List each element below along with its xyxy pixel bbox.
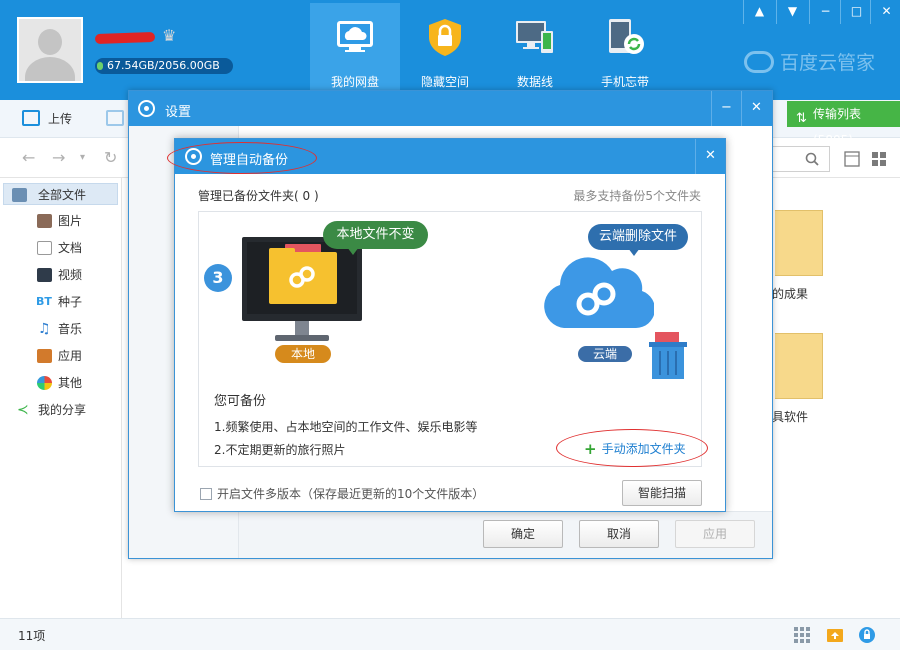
close-button[interactable]: ✕ bbox=[870, 0, 900, 24]
search-input[interactable] bbox=[770, 146, 830, 172]
sidebar-item-my-shares[interactable]: ≺ 我的分享 bbox=[0, 399, 120, 421]
backup-illustration-panel: 3 本地文件不变 本地 云端删除文件 云端 您可备份 1.频繁使用、占本地空间的… bbox=[198, 211, 708, 467]
refresh-icon[interactable]: ↻ bbox=[104, 148, 117, 167]
back-arrow-icon[interactable]: ← bbox=[22, 148, 35, 167]
smart-scan-button[interactable]: 智能扫描 bbox=[622, 480, 702, 506]
cloud-delete-bubble: 云端删除文件 bbox=[588, 224, 688, 256]
step-badge: 3 bbox=[204, 264, 232, 292]
folder-name: 具软件 bbox=[772, 410, 809, 424]
monitor-phone-icon bbox=[516, 21, 553, 53]
tab-phone-forgot[interactable]: 手机忘带 bbox=[580, 3, 670, 95]
status-bar: 11项 bbox=[0, 618, 900, 650]
lock-icon bbox=[429, 19, 461, 56]
document-icon bbox=[37, 241, 52, 255]
annotation-circle bbox=[167, 142, 317, 174]
tab-label: 手机忘带 bbox=[600, 75, 649, 89]
storage-quota: 67.54GB/2056.00GB bbox=[95, 58, 233, 74]
menu-button[interactable]: ▼ bbox=[776, 0, 808, 24]
transfer-list-button[interactable]: ⇅传输列表(5805) bbox=[787, 101, 900, 147]
tab-my-drive[interactable]: 我的网盘 bbox=[310, 3, 400, 95]
minimize-button[interactable]: − bbox=[809, 0, 841, 24]
sidebar-item-images[interactable]: 图片 bbox=[0, 210, 120, 232]
all-files-icon bbox=[12, 188, 27, 202]
tab-label: 我的网盘 bbox=[330, 75, 379, 89]
cloud-drive-icon bbox=[337, 21, 373, 52]
checkbox[interactable] bbox=[200, 488, 212, 500]
vip-crown-icon: ♛ bbox=[162, 26, 177, 45]
can-backup-heading: 您可备份 bbox=[214, 394, 267, 409]
dialog-title: 设置 bbox=[165, 105, 192, 120]
auto-backup-dialog: 管理自动备份 ✕ 管理已备份文件夹( 0 ) 最多支持备份5个文件夹 3 本地文… bbox=[167, 138, 726, 512]
maximize-button[interactable]: □ bbox=[840, 0, 872, 24]
trash-icon bbox=[649, 332, 687, 379]
backup-tip-1: 1.频繁使用、占本地空间的工作文件、娱乐电影等 bbox=[214, 420, 478, 434]
avatar[interactable] bbox=[17, 17, 83, 83]
max-folders-note: 最多支持备份5个文件夹 bbox=[573, 189, 701, 203]
sidebar-item-apps[interactable]: 应用 bbox=[0, 345, 120, 367]
other-icon bbox=[37, 376, 52, 390]
gear-icon bbox=[138, 100, 155, 117]
tab-hidden-space[interactable]: 隐藏空间 bbox=[400, 3, 490, 95]
sidebar-item-documents[interactable]: 文档 bbox=[0, 237, 120, 259]
upload-icon bbox=[22, 110, 40, 126]
close-button[interactable]: ✕ bbox=[695, 139, 725, 174]
top-header: ♛ 67.54GB/2056.00GB 我的网盘 隐藏空间 数据线 手机忘带 百… bbox=[0, 0, 900, 100]
sidebar-item-music[interactable]: ♫ 音乐 bbox=[0, 318, 120, 340]
cloud-tag: 云端 bbox=[578, 346, 632, 362]
settings-titlebar: 设置 − ✕ bbox=[129, 91, 772, 126]
transfer-arrows-icon: ⇅ bbox=[796, 111, 807, 126]
local-unchanged-bubble: 本地文件不变 bbox=[323, 221, 428, 255]
backed-up-folders-label: 管理已备份文件夹( 0 ) bbox=[198, 189, 319, 203]
close-button[interactable]: ✕ bbox=[741, 91, 771, 126]
upload-button[interactable]: 上传 bbox=[22, 109, 72, 129]
search-icon bbox=[805, 152, 819, 166]
folder-name: 的成果 bbox=[772, 287, 809, 301]
sidebar: 全部文件 图片 文档 视频 BT 种子 ♫ 音乐 应用 其他 ≺ 我的分享 bbox=[0, 178, 122, 618]
ok-button[interactable]: 确定 bbox=[483, 520, 563, 548]
folder-thumbnail[interactable] bbox=[775, 333, 823, 399]
annotation-circle bbox=[556, 429, 708, 467]
brand-logo: 百度云管家 bbox=[744, 48, 875, 75]
forward-arrow-icon[interactable]: → bbox=[52, 148, 65, 167]
sidebar-item-torrents[interactable]: BT 种子 bbox=[0, 291, 120, 313]
cancel-button[interactable]: 取消 bbox=[579, 520, 659, 548]
image-icon bbox=[37, 214, 52, 228]
list-view-icon[interactable] bbox=[844, 151, 860, 167]
backup-tip-2: 2.不定期更新的旅行照片 bbox=[214, 443, 346, 457]
sidebar-item-all-files[interactable]: 全部文件 bbox=[3, 183, 118, 205]
tab-label: 隐藏空间 bbox=[420, 75, 469, 89]
sidebar-item-other[interactable]: 其他 bbox=[0, 372, 120, 394]
notification-button[interactable]: ▲ bbox=[743, 0, 775, 24]
security-shield-icon[interactable] bbox=[858, 626, 876, 644]
share-icon: ≺ bbox=[17, 402, 29, 418]
app-icon bbox=[37, 349, 52, 363]
grid-apps-icon[interactable] bbox=[793, 626, 811, 644]
baidu-cloud-logo-icon bbox=[289, 266, 315, 288]
tab-data-cable[interactable]: 数据线 bbox=[490, 3, 580, 95]
multiversion-checkbox[interactable]: 开启文件多版本（保存最近更新的10个文件版本） bbox=[200, 485, 484, 502]
download-icon bbox=[106, 110, 124, 126]
bt-icon: BT bbox=[36, 295, 52, 308]
music-icon: ♫ bbox=[38, 321, 51, 337]
upload-folder-icon[interactable] bbox=[826, 626, 844, 644]
history-dropdown-icon[interactable]: ▾ bbox=[80, 152, 85, 163]
item-count: 11项 bbox=[18, 629, 46, 643]
tab-label: 数据线 bbox=[516, 75, 553, 89]
video-icon bbox=[37, 268, 52, 282]
grid-view-icon[interactable] bbox=[871, 151, 887, 167]
folder-thumbnail[interactable] bbox=[775, 210, 823, 276]
phone-sync-icon bbox=[609, 19, 644, 54]
cloud-icon bbox=[544, 257, 654, 328]
apply-button[interactable]: 应用 bbox=[675, 520, 755, 548]
local-tag: 本地 bbox=[275, 345, 331, 363]
sidebar-item-videos[interactable]: 视频 bbox=[0, 264, 120, 286]
username-redacted bbox=[94, 30, 156, 46]
baidu-cloud-logo-icon bbox=[744, 51, 774, 73]
minimize-button[interactable]: − bbox=[711, 91, 741, 126]
